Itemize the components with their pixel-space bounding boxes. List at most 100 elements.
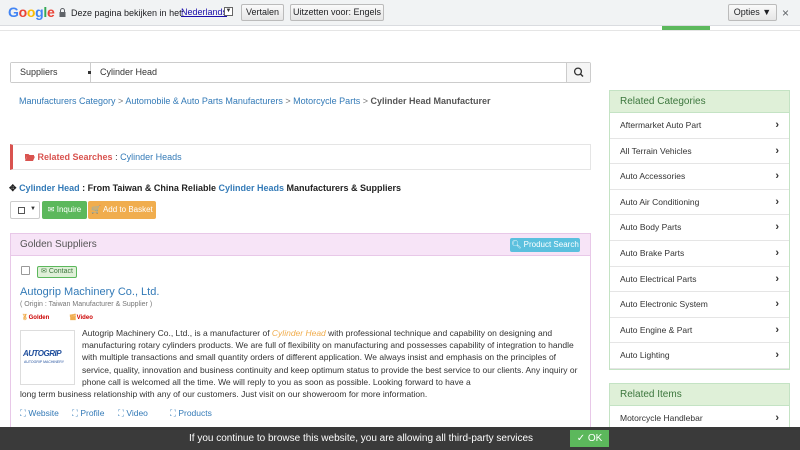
video-badge[interactable]: 🎬︎Video <box>69 314 93 321</box>
related-category-item[interactable]: Auto Brake Parts › <box>610 241 789 267</box>
golden-suppliers-panel: Golden Suppliers 🔍︎ Product Search ✉ Con… <box>10 233 591 433</box>
products-icon: ⛶ <box>170 408 176 418</box>
chevron-right-icon: › <box>775 170 779 183</box>
related-category-item[interactable]: Auto Electronic System › <box>610 292 789 318</box>
breadcrumb-sep: > <box>282 96 294 106</box>
related-item-item-label: Motorcycle Handlebar <box>620 413 703 423</box>
related-category-item-label: Aftermarket Auto Part <box>620 120 702 130</box>
caret-down-icon: ▼ <box>30 206 36 212</box>
headline-link-cylinder-head[interactable]: Cylinder Head <box>19 183 80 193</box>
profile-link[interactable]: ⛶ Profile <box>72 408 104 419</box>
breadcrumb-item-motorcycle[interactable]: Motorcycle Parts <box>293 96 360 106</box>
search-category-select[interactable]: Suppliers <box>11 63 91 82</box>
website-label: Website <box>28 408 59 418</box>
logo-letter: o <box>18 4 28 20</box>
breadcrumb-sep: > <box>115 96 126 106</box>
related-search-link[interactable]: Cylinder Heads <box>120 152 182 162</box>
products-label: Products <box>178 408 212 418</box>
related-category-item[interactable]: Aftermarket Auto Part › <box>610 113 789 139</box>
headline-text: : From Taiwan & China Reliable <box>79 183 219 193</box>
breadcrumb-item-category[interactable]: Manufacturers Category <box>19 96 116 106</box>
desc-highlight: Cylinder Head <box>271 328 326 338</box>
basket-label: Add to Basket <box>102 205 153 214</box>
envelope-icon: ✉ <box>41 268 47 275</box>
translate-button[interactable]: Vertalen <box>241 4 284 21</box>
contact-button[interactable]: ✉ Contact <box>37 266 77 278</box>
breadcrumb: Manufacturers Category > Automobile & Au… <box>19 96 491 106</box>
related-category-item-label: Auto Accessories <box>620 171 686 182</box>
related-category-item-label: Auto Lighting <box>620 350 670 361</box>
video-label: Video <box>126 408 148 418</box>
related-items-title: Related Items <box>610 384 789 406</box>
related-category-item-label: Auto Brake Parts <box>620 247 685 258</box>
search-input[interactable]: Cylinder Head <box>99 63 577 82</box>
related-searches-label: Related Searches <box>37 152 113 162</box>
related-category-item[interactable]: Auto Engine & Part › <box>610 318 789 344</box>
related-category-item[interactable]: Auto Accessories › <box>610 164 789 190</box>
related-category-item-label: All Terrain Vehicles <box>620 145 692 156</box>
product-search-button[interactable]: 🔍︎ Product Search <box>510 238 580 252</box>
close-icon[interactable]: × <box>782 6 789 20</box>
company-checkbox[interactable] <box>21 266 30 275</box>
disable-translate-button[interactable]: Uitzetten voor: Engels <box>290 4 384 21</box>
company-name-link[interactable]: Autogrip Machinery Co., Ltd. <box>20 286 159 298</box>
related-category-item-label: Auto Electrical Parts <box>620 273 697 284</box>
chevron-right-icon: › <box>775 246 779 259</box>
options-button[interactable]: Opties ▼ <box>728 4 777 21</box>
google-logo: Google <box>8 4 55 20</box>
related-category-item-label: Auto Body Parts <box>620 222 682 233</box>
logo-letter: o <box>26 4 36 20</box>
video-link[interactable]: ⛶ Video <box>118 408 148 419</box>
folder-open-icon <box>25 154 35 161</box>
page-headline: ✥ Cylinder Head : From Taiwan & China Re… <box>9 183 401 194</box>
golden-suppliers-header: Golden Suppliers 🔍︎ Product Search <box>11 234 590 256</box>
cart-icon: 🛒 <box>91 205 102 214</box>
chevron-right-icon: › <box>775 272 779 285</box>
logo-letter: e <box>46 4 55 20</box>
select-all-dropdown[interactable]: ▼ <box>10 201 40 219</box>
related-category-item[interactable]: Auto Electrical Parts › <box>610 267 789 293</box>
products-link[interactable]: ⛶ Products <box>170 408 212 419</box>
related-category-item-label: Auto Air Conditioning <box>620 196 700 207</box>
website-link[interactable]: ⛶ Website <box>20 408 59 419</box>
related-category-item-label: Auto Engine & Part <box>620 324 693 335</box>
related-categories-title: Related Categories <box>610 91 789 113</box>
chevron-down-icon[interactable]: ▼ <box>224 7 233 16</box>
envelope-icon: ✉ <box>47 205 55 214</box>
related-categories-list: Aftermarket Auto Part › All Terrain Vehicl… <box>610 113 789 369</box>
translate-bar: Google Deze pagina bekijken in het: Nede… <box>0 0 800 26</box>
dropdown-icon <box>88 71 91 74</box>
language-select[interactable]: Nederlands <box>181 7 227 17</box>
chevron-right-icon: › <box>775 195 779 208</box>
desc-part: Autogrip Machinery Co., Ltd., is a manuf… <box>82 328 272 338</box>
add-to-basket-button[interactable]: 🛒 Add to Basket <box>88 201 156 219</box>
headline-link-cylinder-heads[interactable]: Cylinder Heads <box>218 183 284 193</box>
company-logo[interactable]: AUTOGRIP AUTOGRIP MACHINERY <box>20 330 75 385</box>
related-category-item[interactable]: Auto Body Parts › <box>610 215 789 241</box>
cookie-bar: If you continue to browse this website, … <box>0 427 800 450</box>
chevron-right-icon: › <box>775 119 779 131</box>
sitemap-icon: ⛶ <box>72 408 78 418</box>
related-category-item-label: Auto Electronic System <box>620 299 708 310</box>
search-button[interactable] <box>566 63 590 82</box>
inquire-button[interactable]: ✉ Inquire <box>42 201 87 219</box>
chevron-right-icon: › <box>775 323 779 336</box>
related-category-item[interactable]: Auto Air Conditioning › <box>610 190 789 216</box>
chevron-right-icon: › <box>775 221 779 234</box>
company-origin: ( Origin : Taiwan Manufacturer & Supplie… <box>20 301 153 308</box>
website-icon: ⛶ <box>20 408 26 418</box>
company-logo-text: AUTOGRIP <box>23 349 62 358</box>
inquire-label: Inquire <box>56 205 82 214</box>
cookie-ok-button[interactable]: ✓ OK <box>570 430 609 447</box>
checkbox-icon <box>18 207 25 214</box>
golden-badge: 🏅︎Golden <box>21 314 49 321</box>
search-category-value: Suppliers <box>20 67 58 77</box>
related-category-item[interactable]: Auto Lighting › <box>610 343 789 369</box>
video-icon: 🎬︎ <box>69 315 77 321</box>
search-icon: 🔍︎ <box>511 240 522 249</box>
breadcrumb-item-automobile[interactable]: Automobile & Auto Parts Manufacturers <box>125 96 283 106</box>
profile-label: Profile <box>80 408 105 418</box>
contact-label: Contact <box>48 268 73 275</box>
chevron-right-icon: › <box>775 144 779 157</box>
related-category-item[interactable]: All Terrain Vehicles › <box>610 139 789 165</box>
